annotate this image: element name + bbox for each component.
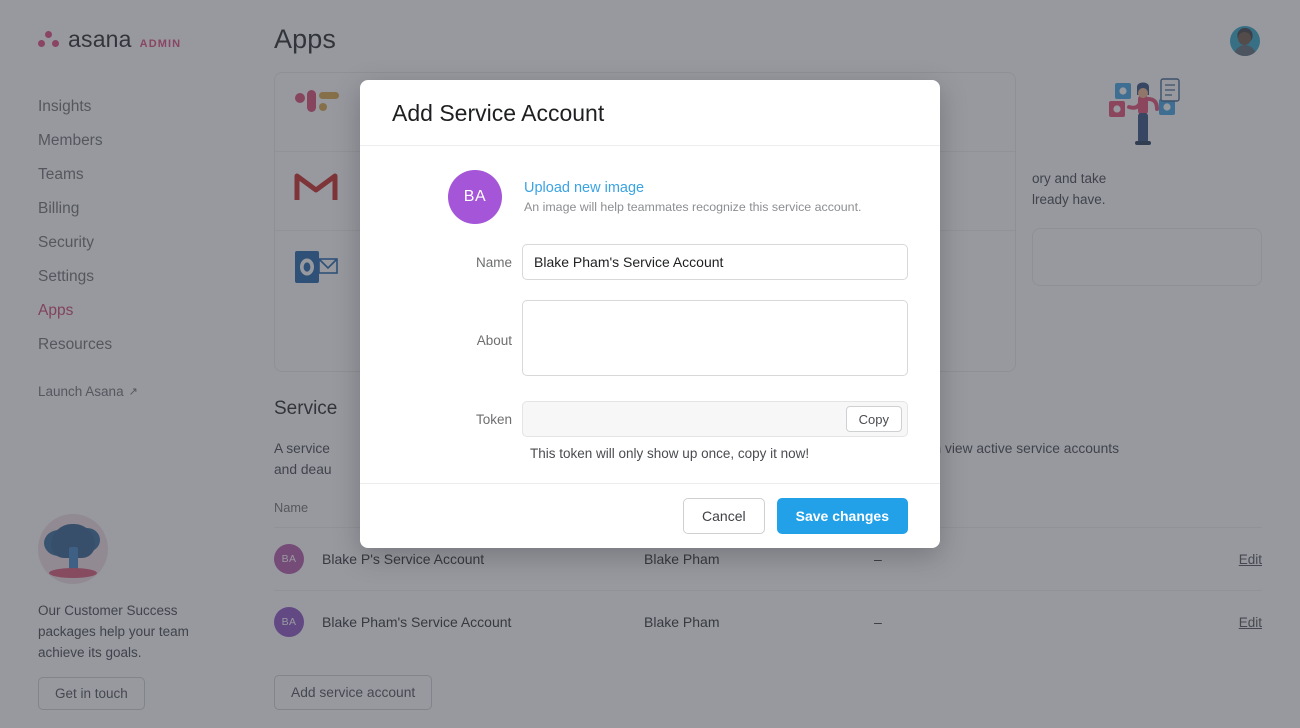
token-field-row: Token Copy — [392, 401, 908, 437]
about-textarea[interactable] — [522, 300, 908, 376]
modal-header: Add Service Account — [360, 80, 940, 146]
about-label: About — [476, 333, 512, 348]
name-input[interactable] — [522, 244, 908, 280]
cancel-button[interactable]: Cancel — [683, 498, 765, 534]
modal-title: Add Service Account — [392, 100, 605, 126]
token-label: Token — [475, 411, 512, 427]
token-input[interactable] — [523, 402, 841, 436]
avatar-upload-row: BA Upload new image An image will help t… — [392, 170, 908, 224]
token-note: This token will only show up once, copy … — [530, 446, 810, 461]
service-account-avatar: BA — [448, 170, 502, 224]
name-field-row: Name — [392, 244, 908, 280]
token-input-group: Copy — [522, 401, 908, 437]
app-root: asana ADMIN Insights Members Teams Billi… — [0, 0, 1300, 728]
about-field-row: About — [392, 300, 908, 381]
add-service-account-modal: Add Service Account BA Upload new image … — [360, 80, 940, 548]
upload-block: Upload new image An image will help team… — [524, 180, 861, 214]
save-changes-button[interactable]: Save changes — [776, 498, 908, 534]
modal-footer: Cancel Save changes — [360, 483, 940, 548]
upload-new-image-link[interactable]: Upload new image — [524, 180, 861, 196]
copy-token-button[interactable]: Copy — [845, 406, 902, 432]
modal-body: BA Upload new image An image will help t… — [360, 146, 940, 483]
name-label: Name — [475, 254, 512, 270]
upload-hint-text: An image will help teammates recognize t… — [524, 200, 862, 214]
